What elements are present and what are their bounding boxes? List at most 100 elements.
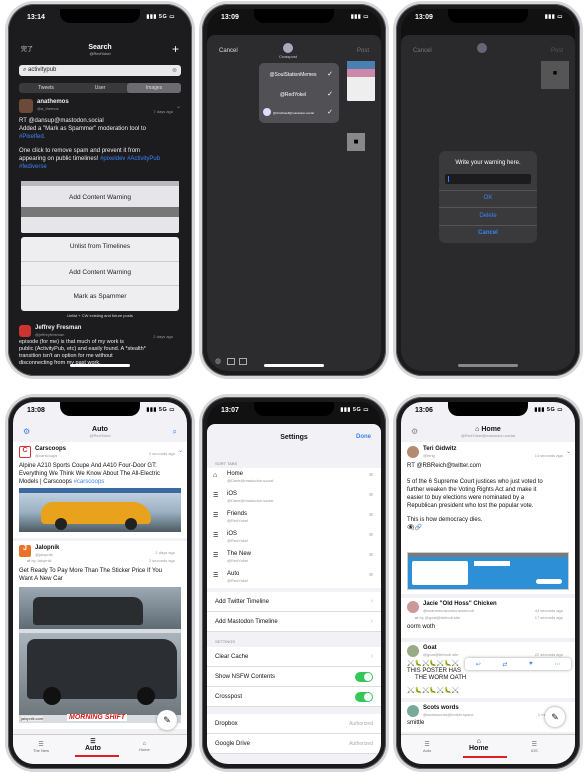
nsfw-toggle[interactable] [355,672,373,682]
car-image[interactable] [19,488,181,532]
clock: 13:09 [221,14,239,21]
preview-card: Add Content Warning [21,181,179,233]
chevron-down-icon[interactable]: ⌄ [176,103,181,110]
menu-item-add-content-warning-top[interactable]: Add Content Warning [21,194,179,201]
ok-button[interactable]: OK [439,195,537,201]
clear-cache[interactable]: Clear Cache › [207,647,381,667]
post-author[interactable]: Jacie "Old Hoss" Chicken [423,601,497,607]
tab-bar: ☰ Auto ⌂ Home ☰ iOS [401,734,575,764]
nav-title-block: Search @RedYokel [13,44,187,56]
add-twitter-timeline[interactable]: Add Twitter Timeline › [207,592,381,612]
search-icon[interactable]: ⌕ [173,427,177,437]
account-item[interactable]: @rbrothwell@mastodon.social [273,111,314,115]
action-popover: ↩ ⇄ ♥ ⋯ [465,658,571,670]
drag-handle-icon[interactable]: ≡ [369,492,373,499]
add-media-icon[interactable]: ■ [541,61,569,89]
post-author[interactable]: Jalopnik [35,545,59,551]
delete-button[interactable]: Delete [439,213,537,219]
post-button[interactable]: Post [551,47,563,55]
drag-handle-icon[interactable]: ≡ [369,472,373,479]
google-drive-row[interactable]: Google Drive Authorized [207,734,381,754]
menu-item-mark-spammer[interactable]: Mark as Spammer [21,293,179,300]
clock: 13:08 [27,407,45,414]
post-body: smittle [407,720,425,726]
post-handle: @jalopnik [35,552,53,557]
check-icon: ✓ [327,91,333,98]
cancel-button[interactable]: Cancel [219,47,238,55]
reply-icon[interactable]: ↩ [476,661,481,668]
tweet-author[interactable]: anathemos [37,99,69,105]
add-media-icon[interactable]: ■ [347,133,365,151]
nav-title-block: Auto @RedYokel [13,426,187,438]
clear-icon[interactable]: ⊗ [172,67,177,74]
tab-ios[interactable]: ☰ iOS [531,741,538,753]
avatar[interactable] [407,645,419,657]
post-author[interactable]: Scots words [423,705,459,711]
embedded-screenshot[interactable] [407,552,569,590]
avatar[interactable] [19,325,31,337]
gif-icon[interactable] [239,358,247,365]
warning-text-field[interactable] [445,174,531,184]
tab-the-new[interactable]: ☰ The New [33,741,49,753]
avatar[interactable] [407,446,419,458]
account-item[interactable]: @SoulStationMemes [265,72,321,78]
drag-handle-icon[interactable]: ≡ [369,512,373,519]
avatar[interactable]: J [19,545,31,557]
menu-item-unlist[interactable]: Unlist from Timelines [21,243,179,250]
suv-image[interactable]: MORNING SHIFT jalopnik.com [19,587,181,723]
add-mastodon-timeline[interactable]: Add Mastodon Timeline › [207,612,381,632]
tab-images[interactable]: Images [127,83,181,93]
drag-handle-icon[interactable]: ≡ [369,532,373,539]
cancel-button[interactable]: Cancel [413,47,432,55]
avatar[interactable] [477,43,487,53]
done-button[interactable]: Done [356,434,371,440]
tab-auto[interactable]: ☰ Auto [85,738,101,752]
avatar[interactable] [283,43,293,53]
notch [448,402,528,416]
post-author[interactable]: Carscoops [35,446,66,452]
avatar[interactable] [19,99,33,113]
account-item[interactable]: @RedYokel [265,92,321,98]
account-menu: @SoulStationMemes ✓ @RedYokel ✓ @rbrothw… [259,63,339,123]
dropbox-row[interactable]: Dropbox Authorized [207,714,381,734]
tab-user[interactable]: User [73,83,127,93]
chevron-down-icon[interactable]: ⌄ [566,448,571,455]
post-button[interactable]: Post [357,47,369,55]
notch [254,402,334,416]
tab-home[interactable]: ⌂ Home [469,738,488,752]
cancel-alert-button[interactable]: Cancel [439,230,537,236]
drag-handle-icon[interactable]: ≡ [369,572,373,579]
add-icon[interactable]: + [172,42,179,56]
post-handle: @terig [423,453,435,458]
globe-icon[interactable]: ◍ [215,357,221,365]
boost-icon[interactable]: ⇄ [502,661,507,668]
more-icon[interactable]: ⋯ [554,661,560,668]
tab-tweets[interactable]: Tweets [19,83,73,93]
page-title: Search [88,44,112,51]
avatar[interactable] [407,705,419,717]
section-header-sort-tabs: SORT TABS [215,461,238,466]
tweet-author[interactable]: Jeffrey Fresman [35,325,81,331]
tab-home[interactable]: ⌂ Home [139,741,150,752]
like-icon[interactable]: ♥ [529,661,533,667]
post-time: 14 seconds ago [534,453,563,458]
avatar[interactable]: C [19,446,31,458]
chevron-down-icon[interactable]: ⌄ [178,447,183,454]
image-thumbnail[interactable] [347,61,375,101]
image-icon[interactable] [227,358,235,365]
compose-button[interactable]: ✎ [545,707,565,727]
crosspost-toggle[interactable] [355,692,373,702]
avatar[interactable] [407,601,419,613]
drag-handle-icon[interactable]: ≡ [369,552,373,559]
post-body: RT @RBReich@twitter.com 5 of the 6 Supre… [407,462,572,532]
search-value: activitypub [28,67,57,73]
post-author[interactable]: Teri Gidwitz [423,446,457,452]
compose-button[interactable]: ✎ [157,710,177,730]
home-indicator [264,364,324,367]
screenshot-card [412,561,468,585]
retweet-label: ⇄ by @goat@tehbob.site [415,615,461,620]
tab-auto[interactable]: ☰ Auto [423,741,431,753]
post-author[interactable]: Goat [423,645,437,651]
menu-item-add-content-warning[interactable]: Add Content Warning [21,269,179,276]
search-input[interactable]: ⌕ activitypub ⊗ [19,65,181,76]
